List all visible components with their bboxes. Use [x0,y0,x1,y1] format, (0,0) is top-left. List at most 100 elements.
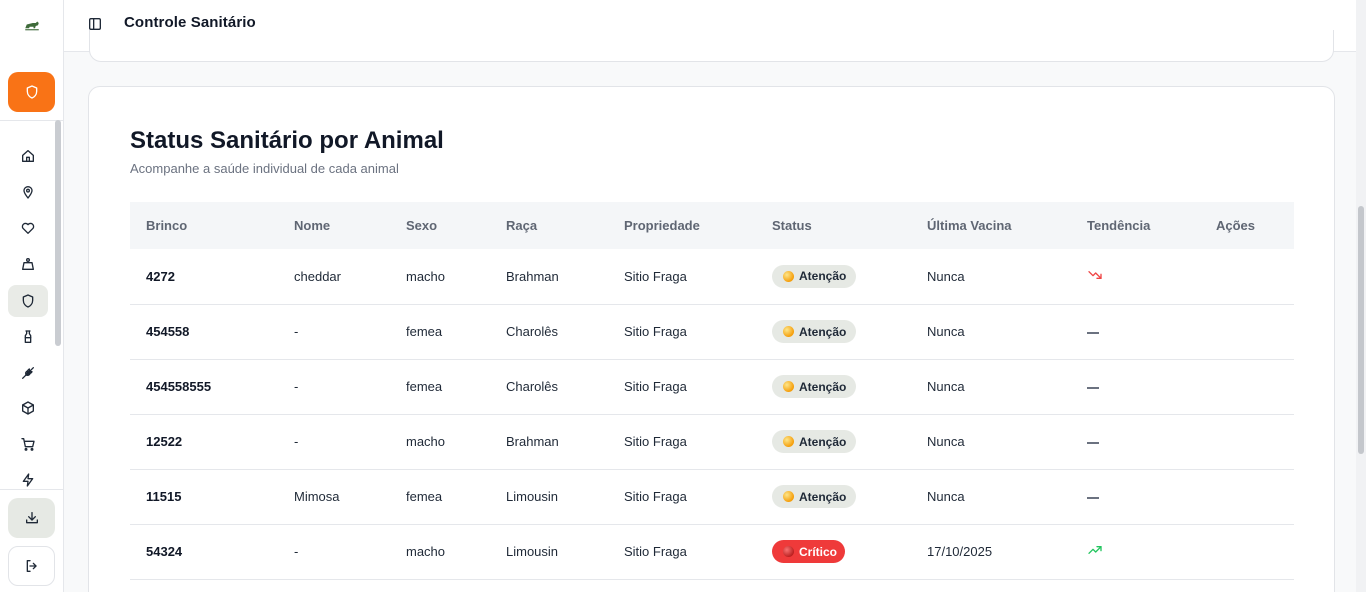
cell-raca: Brahman [490,414,608,470]
cell-status: Atenção [756,414,911,470]
logout-button[interactable] [8,546,55,586]
logout-icon [26,560,37,572]
cell-nome: - [278,414,390,470]
status-badge: Crítico [772,540,846,563]
sidebar-item-home[interactable] [8,140,48,172]
column-header-nome[interactable]: Nome [278,202,390,249]
table-row[interactable]: 454558555- femea Charolês Sitio Fraga Atençã… [130,359,1294,415]
cell-status: Atenção [756,249,911,305]
page-scrollbar[interactable] [1356,0,1366,592]
cell-acoes [1200,249,1294,305]
cell-brinco: 54324 [130,524,278,580]
column-header-tendencia[interactable]: Tendência [1071,202,1200,249]
column-header-acoes: Ações [1200,202,1294,249]
status-dot-icon [783,381,794,392]
status-label: Atenção [799,324,847,339]
status-dot-icon [783,326,794,337]
column-header-status[interactable]: Status [756,202,911,249]
zap-icon [22,473,34,487]
card-title: Status Sanitário por Animal [130,127,444,154]
table-row[interactable]: 12522- macho Brahman Sitio Fraga Atenção Nunc… [130,414,1294,470]
trend-stable-icon [1087,496,1099,499]
download-button[interactable] [8,498,55,538]
status-label: Crítico [799,544,838,559]
sidebar-item-shield[interactable] [8,285,48,317]
milk-bottle-icon [24,330,32,343]
logo-icon[interactable] [20,14,44,38]
previous-card [89,30,1334,62]
sidebar-item-weight[interactable] [8,248,48,280]
cell-brinco: 454558555 [130,359,278,415]
cell-nome: - [278,359,390,415]
sidebar-item-package[interactable] [8,392,48,424]
cell-brinco: 12522 [130,414,278,470]
column-header-ultima-vacina[interactable]: Última Vacina [911,202,1071,249]
trending-up-icon [1088,546,1102,554]
status-label: Atenção [799,489,847,504]
cell-status: Atenção [756,359,911,415]
cart-icon [21,438,35,451]
cell-raca: Brahman [490,249,608,305]
cell-brinco: 11515 [130,469,278,525]
sidebar-item-milk-bottle[interactable] [8,321,48,353]
shield-icon [26,85,37,99]
sidebar-item-map-pin[interactable] [8,176,48,208]
cell-propriedade: Sitio Fraga [608,414,756,470]
sidebar-item-wheat[interactable] [8,357,48,389]
cell-sexo: macho [390,249,490,305]
heart-icon [21,222,35,234]
sidebar-divider [0,489,64,490]
status-badge: Atenção [772,264,857,288]
column-header-raca[interactable]: Raça [490,202,608,249]
sidebar-scrollbar[interactable] [55,120,61,346]
package-icon [22,401,34,415]
cell-propriedade: Sitio Fraga [608,469,756,525]
table-row[interactable]: 4272 cheddar macho Brahman Sitio Fraga Atençã… [130,249,1294,305]
status-label: Atenção [799,379,847,394]
cell-propriedade: Sitio Fraga [608,249,756,305]
cell-ultima-vacina: Nunca [911,249,1071,305]
animal-status-table: Brinco Nome Sexo Raça Propriedade Status… [130,202,1294,580]
status-dot-icon [783,546,794,557]
sidebar-item-heart[interactable] [8,212,48,244]
map-pin-icon [23,186,33,199]
trend-stable-icon [1087,386,1099,389]
table-header-row: Brinco Nome Sexo Raça Propriedade Status… [130,202,1294,249]
status-badge: Atenção [772,320,857,343]
animal-health-status-card: Status Sanitário por Animal Acompanhe a … [88,86,1335,592]
cell-tendencia [1071,414,1200,470]
page-scrollbar-thumb[interactable] [1358,206,1364,454]
cell-propriedade: Sitio Fraga [608,304,756,360]
card-subtitle: Acompanhe a saúde individual de cada ani… [130,161,399,176]
status-badge: Atenção [772,430,857,453]
trend-stable-icon [1087,441,1099,444]
page-title: Controle Sanitário [124,14,256,31]
table-row[interactable]: 54324- macho Limousin Sitio Fraga Crítico 17/… [130,524,1294,580]
cell-nome: - [278,524,390,580]
cell-status: Atenção [756,469,911,525]
column-header-propriedade[interactable]: Propriedade [608,202,756,249]
sanitary-module-button[interactable] [8,72,55,112]
cell-tendencia [1071,524,1200,580]
table-row[interactable]: 11515 Mimosa femea Limousin Sitio Fraga Atenç… [130,469,1294,525]
trending-down-icon [1088,270,1102,279]
sidebar-item-cart[interactable] [8,428,48,460]
status-label: Atenção [799,434,847,449]
cell-status: Atenção [756,304,911,360]
trend-stable-icon [1087,331,1099,334]
cell-raca: Charolês [490,304,608,360]
cell-nome: cheddar [278,249,390,305]
cell-sexo: macho [390,414,490,470]
column-header-sexo[interactable]: Sexo [390,202,490,249]
cell-brinco: 454558 [130,304,278,360]
cell-tendencia [1071,249,1200,305]
status-dot-icon [783,436,794,447]
cell-ultima-vacina: Nunca [911,414,1071,470]
shield-icon [22,294,34,308]
cell-propriedade: Sitio Fraga [608,524,756,580]
sidebar-item-zap[interactable] [8,464,48,496]
cell-brinco: 4272 [130,249,278,305]
table-row[interactable]: 454558- femea Charolês Sitio Fraga Atenção Nu… [130,304,1294,360]
cell-acoes [1200,359,1294,415]
column-header-brinco[interactable]: Brinco [130,202,278,249]
